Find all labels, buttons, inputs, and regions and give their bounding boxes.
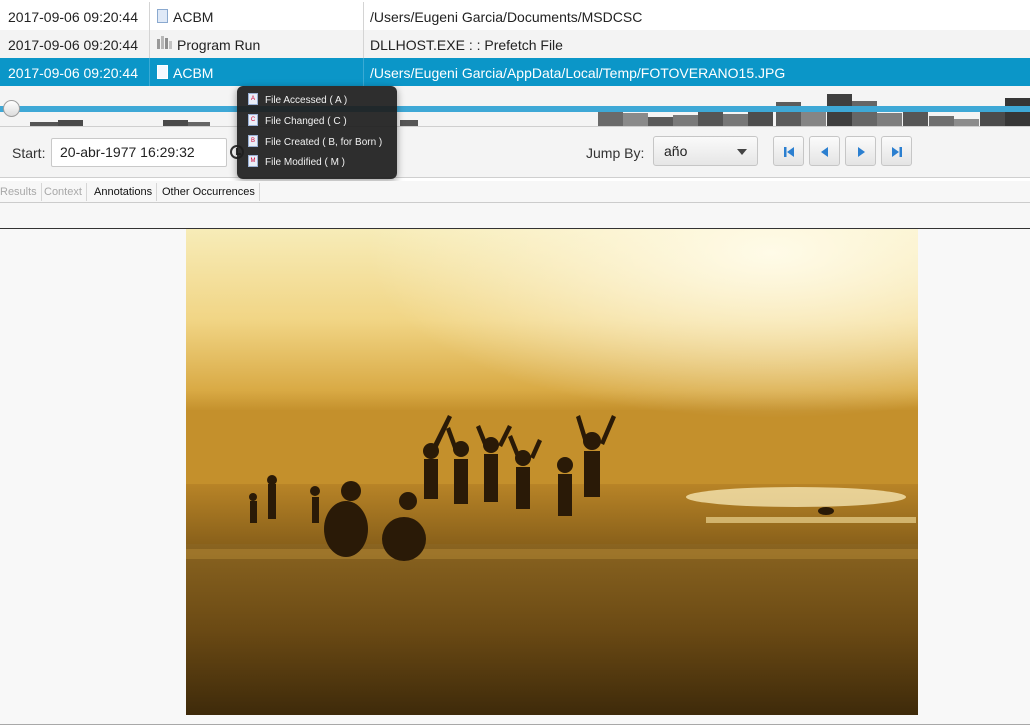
type-label: ACBM — [173, 65, 214, 81]
timeline-track — [0, 106, 1030, 112]
file-changed-icon: C — [248, 114, 258, 127]
menu-item-file-modified[interactable]: M File Modified ( M ) — [248, 153, 345, 173]
timeline-range-slider[interactable] — [0, 86, 1030, 127]
start-datetime-input[interactable]: 20-abr-1977 16:29:32 — [51, 138, 227, 167]
table-row[interactable]: 2017-09-06 09:20:44 ACBM /Users/Eugeni G… — [0, 2, 1030, 30]
photo-preview — [186, 229, 918, 715]
next-button[interactable] — [845, 136, 876, 166]
jump-by-select[interactable]: año — [653, 136, 758, 166]
tab-annotations[interactable]: Annotations — [90, 183, 158, 201]
last-button[interactable] — [881, 136, 912, 166]
skip-first-icon — [784, 147, 794, 157]
menu-item-file-accessed[interactable]: A File Accessed ( A ) — [248, 91, 347, 111]
menu-item-label: File Changed ( C ) — [265, 116, 347, 127]
file-modified-icon: M — [248, 155, 258, 168]
content-toolbar — [0, 203, 1030, 229]
result-tabs: Results Context Annotations Other Occurr… — [0, 181, 1030, 203]
tab-results[interactable]: Results — [0, 183, 42, 201]
first-button[interactable] — [773, 136, 804, 166]
timeline-handle[interactable] — [3, 100, 20, 117]
type-cell: ACBM — [151, 2, 364, 30]
menu-item-file-created[interactable]: B File Created ( B, for Born ) — [248, 133, 382, 153]
datetime-cell: 2017-09-06 09:20:44 — [0, 2, 150, 30]
menu-item-file-changed[interactable]: C File Changed ( C ) — [248, 112, 347, 132]
menu-item-label: File Modified ( M ) — [265, 157, 346, 168]
tab-other-occurrences[interactable]: Other Occurrences — [158, 183, 260, 201]
image-viewer — [0, 229, 1030, 725]
datetime-cell: 2017-09-06 09:20:44 — [0, 58, 150, 86]
next-icon — [858, 147, 865, 157]
datetime-cell: 2017-09-06 09:20:44 — [0, 30, 150, 58]
menu-item-label: File Created ( B, for Born ) — [265, 137, 383, 148]
table-row[interactable]: 2017-09-06 09:20:44 Program Run DLLHOST.… — [0, 30, 1030, 58]
time-controls: Start: 20-abr-1977 16:29:32 Jump By: año — [0, 127, 1030, 178]
description-cell: /Users/Eugeni Garcia/Documents/MSDCSC — [370, 9, 643, 25]
file-created-icon: B — [248, 135, 258, 148]
type-label: ACBM — [173, 9, 214, 25]
description-cell: DLLHOST.EXE : : Prefetch File — [370, 37, 563, 53]
jump-by-value: año — [664, 143, 688, 159]
previous-icon — [821, 147, 828, 157]
skip-last-icon — [892, 147, 902, 157]
type-label: Program Run — [177, 37, 261, 53]
chevron-down-icon — [737, 149, 747, 155]
jump-by-label: Jump By: — [586, 145, 645, 161]
menu-item-label: File Accessed ( A ) — [265, 95, 348, 106]
table-row-selected[interactable]: 2017-09-06 09:20:44 ACBM /Users/Eugeni G… — [0, 58, 1030, 86]
start-label: Start: — [12, 145, 46, 161]
program-run-icon — [157, 30, 172, 58]
document-icon — [157, 65, 168, 80]
document-icon — [157, 9, 168, 24]
event-type-tooltip: A File Accessed ( A ) C File Changed ( C )… — [237, 86, 397, 179]
description-cell: /Users/Eugeni Garcia/AppData/Local/Temp/… — [370, 65, 786, 81]
tab-context[interactable]: Context — [40, 183, 87, 201]
file-accessed-icon: A — [248, 93, 258, 106]
previous-button[interactable] — [809, 136, 840, 166]
type-cell: Program Run — [151, 30, 364, 58]
type-cell: ACBM — [151, 58, 364, 86]
